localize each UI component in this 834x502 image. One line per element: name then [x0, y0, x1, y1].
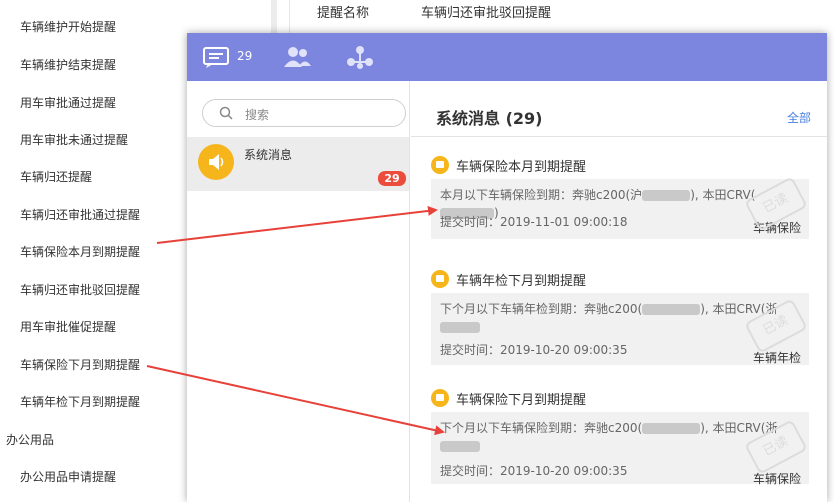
search-placeholder: 搜索	[245, 108, 270, 122]
message-panel: 系统消息 (29) 全部 车辆保险本月到期提醒 本月以下车辆保险到期：奔驰c20…	[411, 81, 827, 502]
message-time: 提交时间：2019-11-01 09:00:18	[440, 215, 628, 229]
all-link[interactable]: 全部	[787, 109, 811, 126]
panel-header: 系统消息 (29) 全部	[411, 81, 827, 137]
menu-item[interactable]: 车辆归还审批驳回提醒	[20, 281, 140, 298]
org-tab-icon[interactable]	[345, 45, 375, 69]
message-card: 本月以下车辆保险到期：奔驰c200(沪), 本田CRV() 提交时间：2019-…	[431, 176, 809, 239]
message-title: 车辆年检下月到期提醒	[456, 274, 587, 289]
menu-item[interactable]: 办公用品申请提醒	[20, 468, 116, 485]
menu-item[interactable]: 用车审批未通过提醒	[20, 131, 128, 148]
menu-group-label[interactable]: 办公用品	[6, 431, 54, 448]
redacted-plate	[642, 190, 691, 201]
message-time: 提交时间：2019-10-20 09:00:35	[440, 464, 628, 478]
message-icon	[431, 389, 449, 407]
menu-item[interactable]: 车辆维护开始提醒	[20, 18, 116, 35]
redacted-plate	[642, 423, 701, 434]
conversation-item-system[interactable]: 系统消息 29	[187, 137, 409, 191]
message-popup: 29 搜索 系统消息 29 系统消息 (29) 全部 车辆保险本月到期提醒 本月…	[187, 33, 827, 502]
message-title: 车辆保险本月到期提醒	[456, 160, 587, 175]
menu-item[interactable]: 车辆归还提醒	[20, 168, 92, 185]
menu-item[interactable]: 用车审批催促提醒	[20, 318, 116, 335]
detail-header: 提醒名称 车辆归还审批驳回提醒	[295, 0, 834, 30]
menu-item[interactable]: 车辆保险下月到期提醒	[20, 356, 140, 373]
menu-item[interactable]: 车辆维护结束提醒	[20, 56, 116, 73]
field-label: 提醒名称	[317, 6, 370, 21]
field-value: 车辆归还审批驳回提醒	[421, 6, 552, 21]
search-icon	[219, 106, 233, 120]
conversation-title: 系统消息	[244, 148, 293, 162]
unread-badge: 29	[378, 171, 406, 186]
message-card: 下个月以下车辆保险到期：奔驰c200(), 本田CRV(浙 提交时间：2019-…	[431, 412, 809, 486]
redacted-plate	[440, 322, 480, 333]
menu-item[interactable]: 用车审批通过提醒	[20, 94, 116, 111]
message-icon	[431, 156, 449, 174]
message-title: 车辆保险下月到期提醒	[456, 393, 587, 408]
popup-topbar: 29	[187, 33, 827, 81]
menu-item[interactable]: 车辆归还审批通过提醒	[20, 206, 140, 223]
menu-item[interactable]: 车辆保险本月到期提醒	[20, 243, 140, 260]
speaker-icon	[198, 144, 234, 180]
message-time: 提交时间：2019-10-20 09:00:35	[440, 343, 628, 357]
message-tab-count: 29	[237, 49, 253, 63]
message-tab-icon[interactable]	[202, 45, 232, 69]
message-icon	[431, 270, 449, 288]
contacts-tab-icon[interactable]	[282, 45, 312, 69]
message-text: 下个月以下车辆年检到期：奔驰c200(), 本田CRV(浙	[440, 300, 800, 336]
menu-item[interactable]: 车辆年检下月到期提醒	[20, 393, 140, 410]
search-input[interactable]: 搜索	[202, 99, 406, 127]
redacted-plate	[440, 441, 480, 452]
redacted-plate	[642, 304, 701, 315]
conversation-sidebar: 搜索 系统消息 29	[187, 81, 410, 502]
panel-title: 系统消息 (29)	[436, 109, 543, 128]
message-card: 下个月以下车辆年检到期：奔驰c200(), 本田CRV(浙 提交时间：2019-…	[431, 293, 809, 365]
